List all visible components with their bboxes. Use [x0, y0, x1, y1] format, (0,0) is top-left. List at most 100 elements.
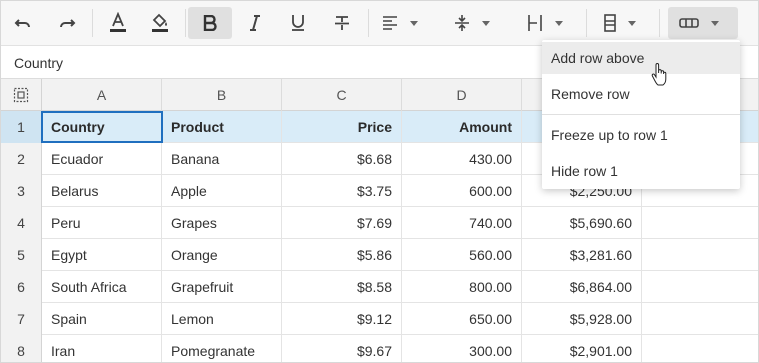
cell[interactable]: Grapes	[162, 207, 282, 239]
row-context-menu: Add row above Remove row Freeze up to ro…	[542, 40, 740, 189]
cell[interactable]: Orange	[162, 239, 282, 271]
cell[interactable]: Iran	[42, 335, 162, 362]
menu-item-hide-row[interactable]: Hide row 1	[542, 155, 740, 187]
cell[interactable]: 800.00	[402, 271, 522, 303]
select-all-button[interactable]	[1, 79, 42, 111]
cell[interactable]: South Africa	[42, 271, 162, 303]
cell[interactable]: $5,928.00	[522, 303, 642, 335]
cell[interactable]: $3.75	[282, 175, 402, 207]
column-width-icon	[528, 15, 542, 31]
fill-color-icon	[152, 13, 168, 32]
cell[interactable]: Egypt	[42, 239, 162, 271]
row-header[interactable]: 6	[1, 271, 42, 303]
cell[interactable]: $5.86	[282, 239, 402, 271]
row-header[interactable]: 1	[1, 111, 42, 143]
chevron-down-icon	[711, 20, 719, 26]
vertical-align-dropdown[interactable]	[450, 7, 498, 39]
chevron-down-icon	[628, 20, 636, 26]
toolbar-divider	[368, 9, 369, 37]
text-color-button[interactable]	[102, 7, 134, 39]
cell[interactable]: 600.00	[402, 175, 522, 207]
column-header-c[interactable]: C	[282, 79, 402, 111]
redo-button[interactable]	[51, 7, 83, 39]
horizontal-align-dropdown[interactable]	[378, 7, 426, 39]
cell[interactable]: 300.00	[402, 335, 522, 362]
table-row: 5 Egypt Orange $5.86 560.00 $3,281.60	[1, 239, 758, 271]
formula-bar-value: Country	[14, 55, 64, 71]
cell[interactable]: $5,690.60	[522, 207, 642, 239]
cell[interactable]: Ecuador	[42, 143, 162, 175]
cell[interactable]: $8.58	[282, 271, 402, 303]
chevron-down-icon	[555, 20, 563, 26]
cell[interactable]: Grapefruit	[162, 271, 282, 303]
row-header[interactable]: 8	[1, 335, 42, 362]
hand-cursor-icon	[651, 63, 667, 86]
cell[interactable]: $7.69	[282, 207, 402, 239]
cell[interactable]: 560.00	[402, 239, 522, 271]
column-header-d[interactable]: D	[402, 79, 522, 111]
italic-icon	[250, 15, 260, 31]
cell[interactable]: $2,901.00	[522, 335, 642, 362]
cell[interactable]: 430.00	[402, 143, 522, 175]
cell[interactable]: Peru	[42, 207, 162, 239]
bold-button[interactable]	[188, 7, 232, 39]
select-all-icon	[13, 87, 29, 103]
table-row: 4 Peru Grapes $7.69 740.00 $5,690.60	[1, 207, 758, 239]
chevron-down-icon	[482, 20, 490, 26]
menu-item-freeze-rows[interactable]: Freeze up to row 1	[542, 119, 740, 151]
spreadsheet-widget: Country A B C D E 1 Country Product Pric…	[0, 0, 759, 363]
row-header[interactable]: 7	[1, 303, 42, 335]
toolbar-divider	[185, 9, 186, 37]
column-header-b[interactable]: B	[162, 79, 282, 111]
cell[interactable]: $3,281.60	[522, 239, 642, 271]
toolbar-divider	[92, 9, 93, 37]
underline-icon	[292, 15, 304, 31]
cell[interactable]: $6,864.00	[522, 271, 642, 303]
cell[interactable]: Spain	[42, 303, 162, 335]
vertical-align-icon	[455, 15, 469, 31]
align-left-icon	[383, 16, 397, 30]
bold-icon	[203, 15, 217, 31]
text-color-icon	[110, 12, 126, 32]
cell[interactable]: Lemon	[162, 303, 282, 335]
italic-button[interactable]	[239, 7, 271, 39]
toolbar-divider	[586, 9, 587, 37]
row-menu-icon	[679, 18, 699, 28]
cell[interactable]: Amount	[402, 111, 522, 143]
cell[interactable]: Banana	[162, 143, 282, 175]
row-header[interactable]: 4	[1, 207, 42, 239]
fill-color-button[interactable]	[144, 7, 176, 39]
underline-button[interactable]	[282, 7, 314, 39]
cell[interactable]: Price	[282, 111, 402, 143]
cell[interactable]: Pomegranate	[162, 335, 282, 362]
cell[interactable]: 650.00	[402, 303, 522, 335]
table-row: 8 Iran Pomegranate $9.67 300.00 $2,901.0…	[1, 335, 758, 362]
undo-button[interactable]	[7, 7, 39, 39]
cell[interactable]: Belarus	[42, 175, 162, 207]
row-header[interactable]: 5	[1, 239, 42, 271]
row-header[interactable]: 2	[1, 143, 42, 175]
cell[interactable]: Country	[42, 111, 162, 143]
cell[interactable]: Product	[162, 111, 282, 143]
row-header[interactable]: 3	[1, 175, 42, 207]
row-height-icon	[604, 14, 616, 32]
row-menu-dropdown[interactable]	[668, 7, 738, 39]
cell[interactable]: $9.12	[282, 303, 402, 335]
undo-icon	[14, 19, 30, 28]
cell[interactable]: $9.67	[282, 335, 402, 362]
strikethrough-button[interactable]	[326, 7, 358, 39]
redo-icon	[60, 19, 76, 28]
cell[interactable]: Apple	[162, 175, 282, 207]
menu-item-add-row-above[interactable]: Add row above	[542, 42, 740, 74]
menu-divider	[542, 114, 740, 115]
toolbar-divider	[659, 9, 660, 37]
chevron-down-icon	[410, 20, 418, 26]
cell[interactable]: 740.00	[402, 207, 522, 239]
column-header-a[interactable]: A	[42, 79, 162, 111]
table-row: 6 South Africa Grapefruit $8.58 800.00 $…	[1, 271, 758, 303]
strikethrough-icon	[335, 16, 349, 30]
column-width-dropdown[interactable]	[523, 7, 571, 39]
cell[interactable]: $6.68	[282, 143, 402, 175]
menu-item-remove-row[interactable]: Remove row	[542, 78, 740, 110]
row-height-dropdown[interactable]	[598, 7, 646, 39]
